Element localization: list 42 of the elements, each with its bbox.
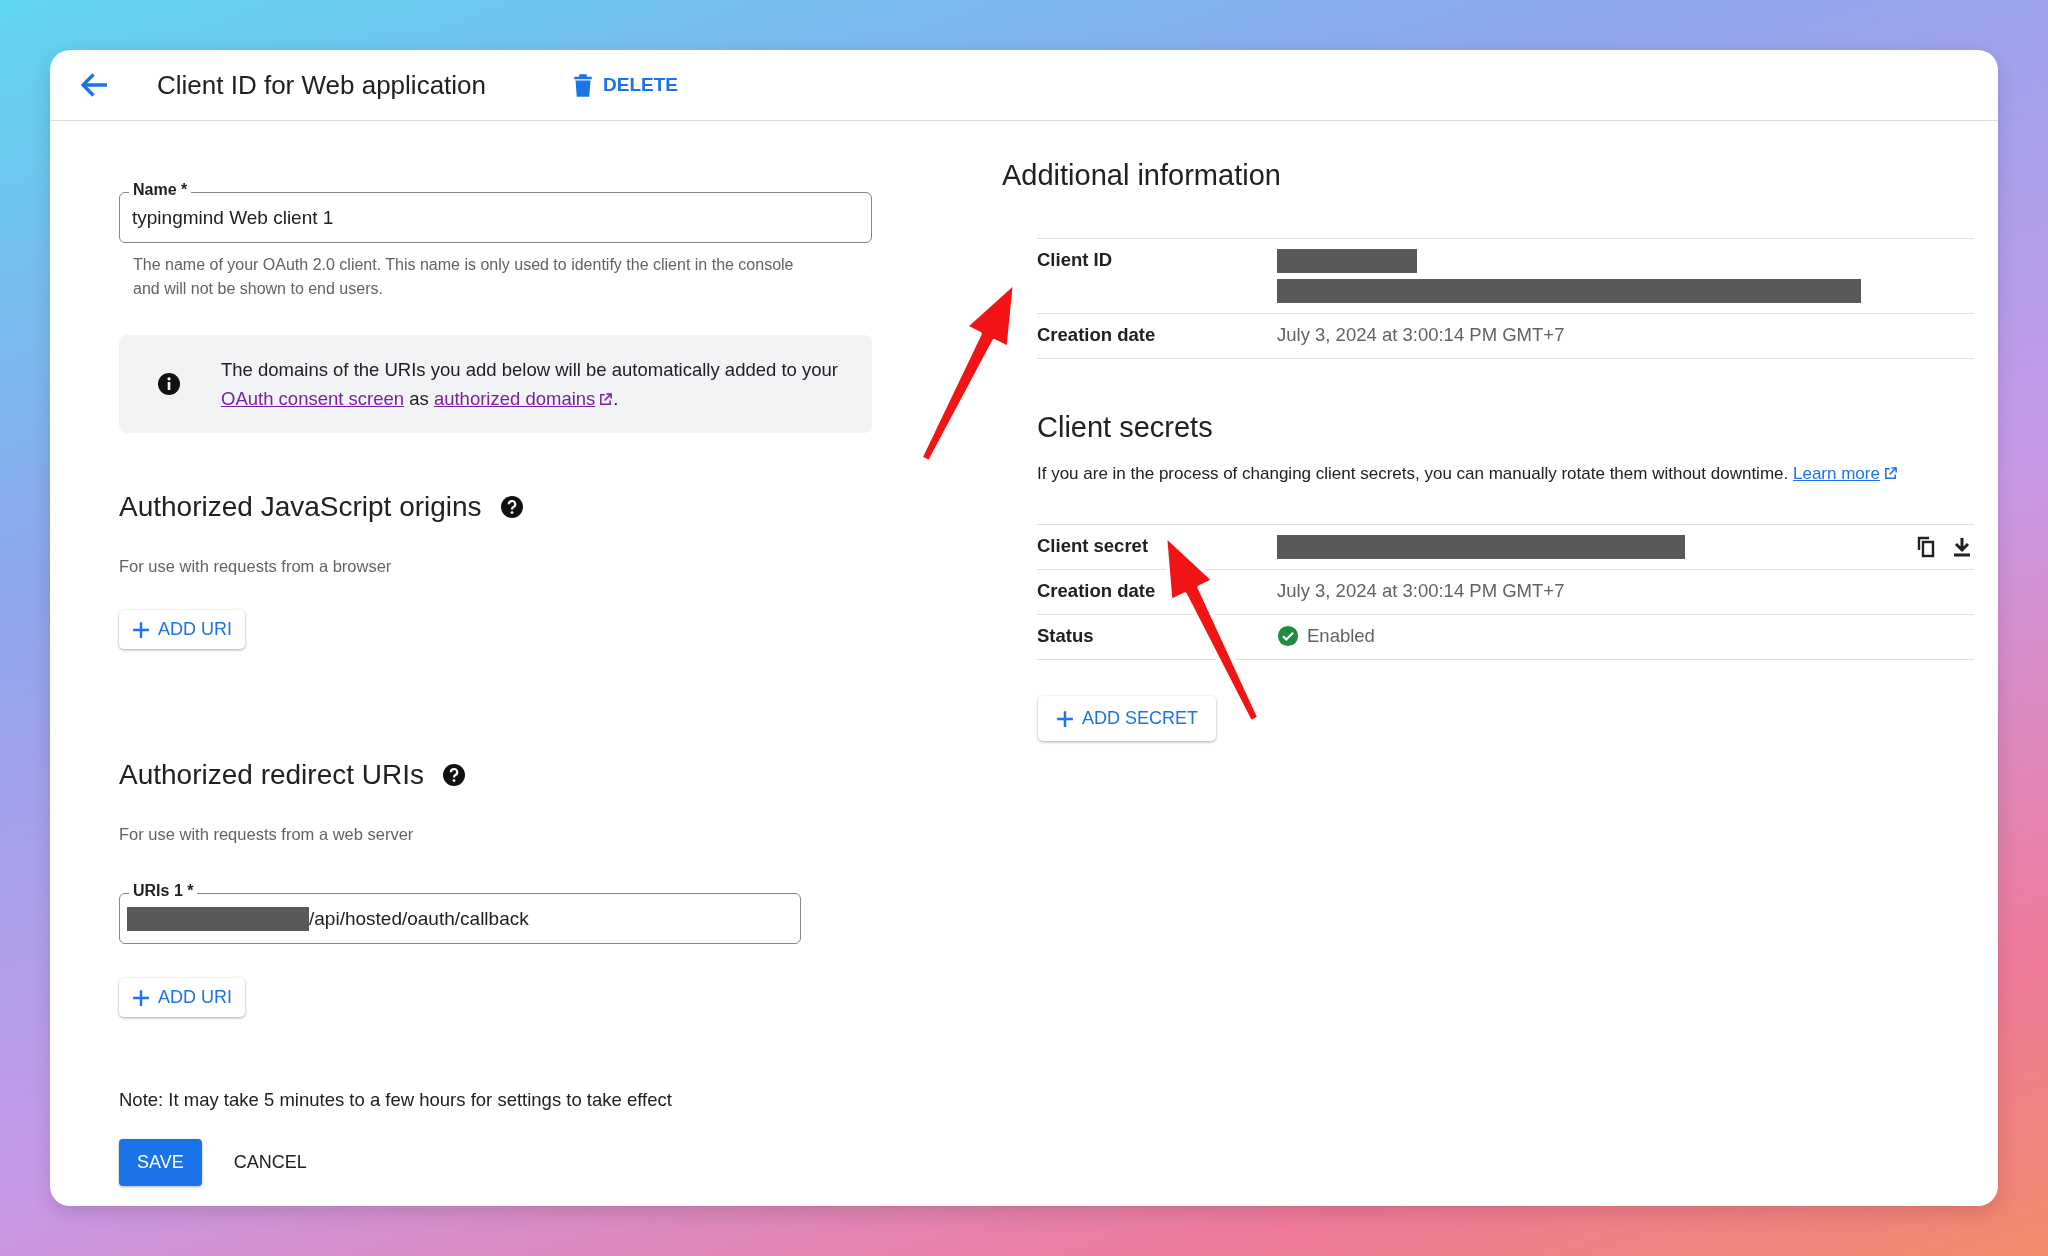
field-value: /api/hosted/oauth/callback <box>309 908 529 930</box>
check-circle-icon <box>1277 625 1299 647</box>
help-icon[interactable] <box>499 495 524 519</box>
note-text: Note: It may take 5 minutes to a few hours for settings to take effect <box>119 1089 672 1111</box>
add-uri-button[interactable]: ADD URI <box>119 978 245 1017</box>
row-value: July 3, 2024 at 3:00:14 PM GMT+7 <box>1277 324 1566 346</box>
uri-field[interactable]: URIs 1 * /api/hosted/oauth/callback <box>119 880 801 944</box>
link[interactable]: authorized domains <box>433 388 614 409</box>
section-heading: Authorized redirect URIs <box>119 759 424 791</box>
add-secret-button[interactable]: ADD SECRET <box>1038 696 1216 741</box>
cancel-button[interactable]: CANCEL <box>225 1139 315 1186</box>
row-label: Client secret <box>1037 535 1150 557</box>
row-label: Creation date <box>1037 324 1157 346</box>
plus-icon <box>1056 709 1074 728</box>
delete-button[interactable]: DELETE <box>567 68 684 102</box>
page-title: Client ID for Web application <box>157 69 487 101</box>
info-icon <box>157 372 181 396</box>
section-subtitle: For use with requests from a browser <box>119 557 392 576</box>
help-icon[interactable] <box>442 763 466 787</box>
external-link-icon <box>598 392 614 407</box>
field-value: typingmind Web client 1 <box>132 207 334 229</box>
name-field[interactable]: Name * typingmind Web client 1 <box>119 179 872 243</box>
external-link-icon <box>1882 466 1898 481</box>
trash-icon <box>573 72 593 98</box>
plus-icon <box>132 620 150 639</box>
row-label: Status <box>1037 625 1095 647</box>
status-text: Enabled <box>1307 625 1375 647</box>
row-label: Client ID <box>1037 249 1114 271</box>
save-button[interactable]: SAVE <box>119 1139 202 1186</box>
section-heading: Client secrets <box>1037 411 1214 444</box>
learn-more-link[interactable]: Learn more <box>1792 464 1898 483</box>
plus-icon <box>132 988 150 1007</box>
row-label: Creation date <box>1037 580 1157 602</box>
info-text: The domains of the URIs you add below will be automatically added to your OAuth consent screen as authorized domains . <box>221 358 839 411</box>
description-text: If you are in the process of changing client secrets, you can manually rotate them without downtime. Learn more <box>1037 464 1998 484</box>
section-subtitle: For use with requests from a web server <box>119 825 414 844</box>
section-heading: Additional information <box>1002 159 1282 192</box>
add-uri-button[interactable]: ADD URI <box>119 610 245 649</box>
section-heading: Authorized JavaScript origins <box>119 491 482 523</box>
helper-text: The name of your OAuth 2.0 client. This name is only used to identify the client in the console and will not be shown to end users. <box>133 255 795 299</box>
row-value: July 3, 2024 at 3:00:14 PM GMT+7 <box>1277 580 1566 602</box>
link[interactable]: OAuth consent screen <box>221 388 405 409</box>
